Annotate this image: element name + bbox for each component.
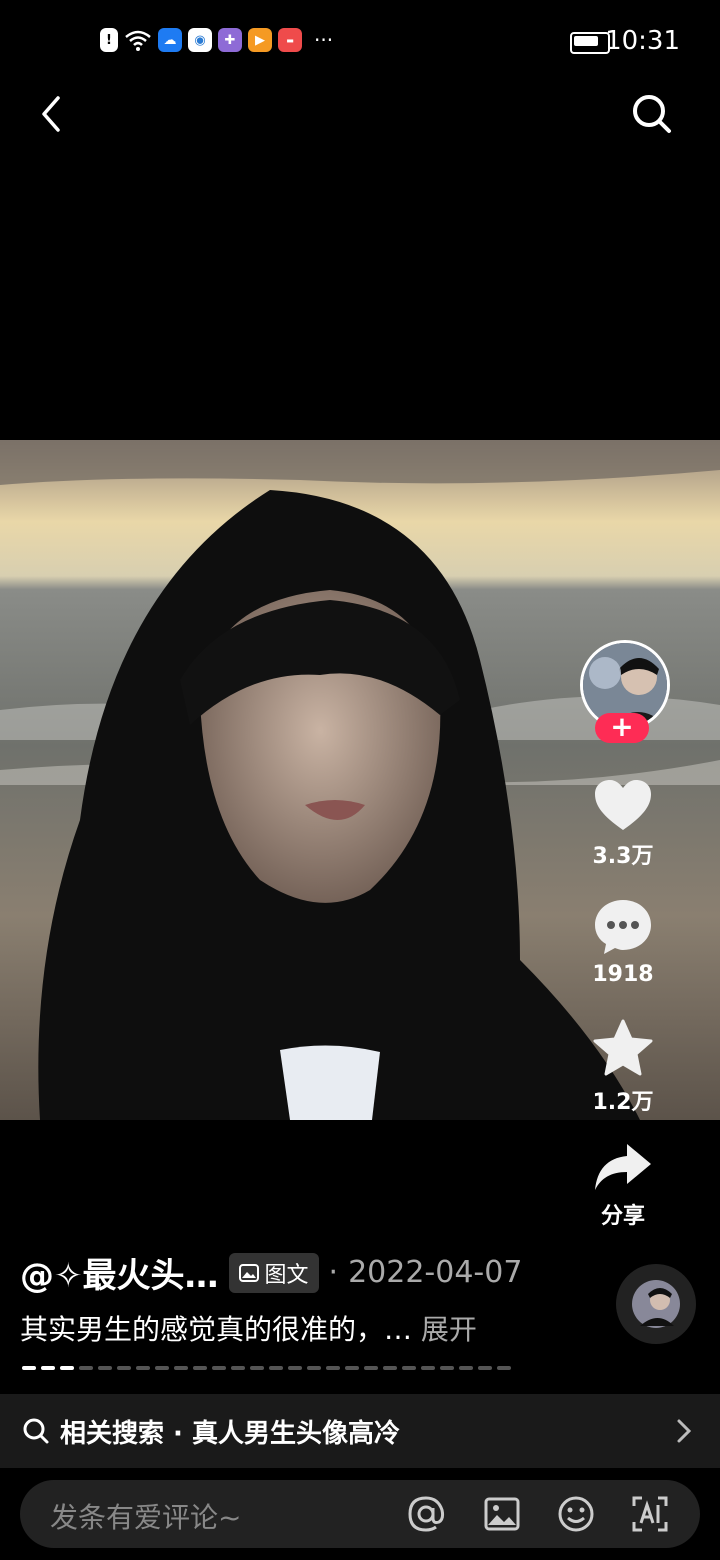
top-nav [0, 84, 720, 144]
carousel-dot [383, 1366, 397, 1370]
post-caption[interactable]: 其实男生的感觉真的很准的，… 展开 [20, 1308, 477, 1348]
search-icon [23, 1418, 49, 1444]
back-icon[interactable] [34, 92, 74, 136]
post-type-label: 图文 [264, 1262, 309, 1288]
carousel-dot [440, 1366, 454, 1370]
carousel-dot [269, 1366, 283, 1370]
carousel-dot [193, 1366, 207, 1370]
author-name[interactable]: @✧最火头… [20, 1248, 219, 1297]
search-icon[interactable] [630, 92, 674, 136]
post-separator: · [328, 1255, 339, 1290]
carousel-dot [364, 1366, 378, 1370]
carousel-dot [60, 1366, 74, 1370]
weather-app-icon: ☁ [158, 28, 182, 52]
carousel-dot [22, 1366, 36, 1370]
comment-icon [595, 900, 651, 954]
carousel-dot [98, 1366, 112, 1370]
favorite-count: 1.2万 [592, 1090, 654, 1115]
like-count: 3.3万 [592, 844, 654, 869]
star-icon [593, 1019, 653, 1076]
carousel-dot [174, 1366, 188, 1370]
follow-button[interactable]: + [595, 713, 649, 743]
caption-text: 其实男生的感觉真的很准的，… [20, 1313, 413, 1346]
carousel-dot [288, 1366, 302, 1370]
share-icon [595, 1144, 651, 1190]
like-button[interactable]: 3.3万 [558, 778, 688, 870]
ai-icon[interactable] [630, 1494, 670, 1534]
carousel-dot [250, 1366, 264, 1370]
carousel-dot [231, 1366, 245, 1370]
carousel-dot [478, 1366, 492, 1370]
heart-icon [595, 780, 651, 830]
carousel-dot [136, 1366, 150, 1370]
share-label: 分享 [600, 1204, 645, 1229]
status-time: 10:31 [605, 26, 680, 56]
comment-button[interactable]: 1918 [558, 898, 688, 987]
carousel-dot [212, 1366, 226, 1370]
carousel-dot [497, 1366, 511, 1370]
post-meta: @✧最火头… 图文 · 2022-04-07 [20, 1248, 522, 1297]
status-bar: ! ☁ ◉ ✚ ▶ ▬ ··· 10:31 [0, 0, 720, 84]
huawei-app-icon: ▬ [278, 28, 302, 52]
wifi-icon [125, 30, 151, 51]
mention-icon[interactable] [406, 1494, 446, 1534]
comment-count: 1918 [592, 962, 654, 987]
more-notifications: ··· [314, 28, 334, 52]
carousel-indicator [22, 1366, 511, 1370]
carousel-dot [41, 1366, 55, 1370]
expand-link[interactable]: 展开 [421, 1313, 477, 1346]
carousel-dot [402, 1366, 416, 1370]
app-icon: ✚ [218, 28, 242, 52]
carousel-dot [307, 1366, 321, 1370]
carousel-dot [326, 1366, 340, 1370]
emoji-icon[interactable] [556, 1494, 596, 1534]
chevron-right-icon [677, 1419, 692, 1443]
comment-input[interactable]: 发条有爱评论~ [50, 1496, 241, 1536]
carousel-dot [117, 1366, 131, 1370]
post-date: 2022-04-07 [348, 1255, 523, 1290]
related-search-bar[interactable]: 相关搜索 · 真人男生头像高冷 [0, 1394, 720, 1468]
carousel-dot [79, 1366, 93, 1370]
carousel-dot [155, 1366, 169, 1370]
favorite-button[interactable]: 1.2万 [558, 1018, 688, 1116]
image-picker-icon[interactable] [482, 1494, 522, 1534]
share-button[interactable]: 分享 [558, 1140, 688, 1230]
image-icon [238, 1263, 259, 1282]
notification-icon: ! [100, 28, 118, 52]
carousel-dot [345, 1366, 359, 1370]
carousel-dot [421, 1366, 435, 1370]
video-app-icon: ▶ [248, 28, 272, 52]
post-type-badge: 图文 [228, 1252, 319, 1293]
browser-app-icon: ◉ [188, 28, 212, 52]
related-search-label: 相关搜索 · 真人男生头像高冷 [60, 1418, 400, 1449]
status-icons: ! ☁ ◉ ✚ ▶ ▬ ··· [100, 28, 333, 52]
comment-bar[interactable]: 发条有爱评论~ [20, 1480, 700, 1548]
battery-icon [570, 32, 610, 54]
music-disc[interactable] [616, 1264, 696, 1344]
carousel-dot [459, 1366, 473, 1370]
